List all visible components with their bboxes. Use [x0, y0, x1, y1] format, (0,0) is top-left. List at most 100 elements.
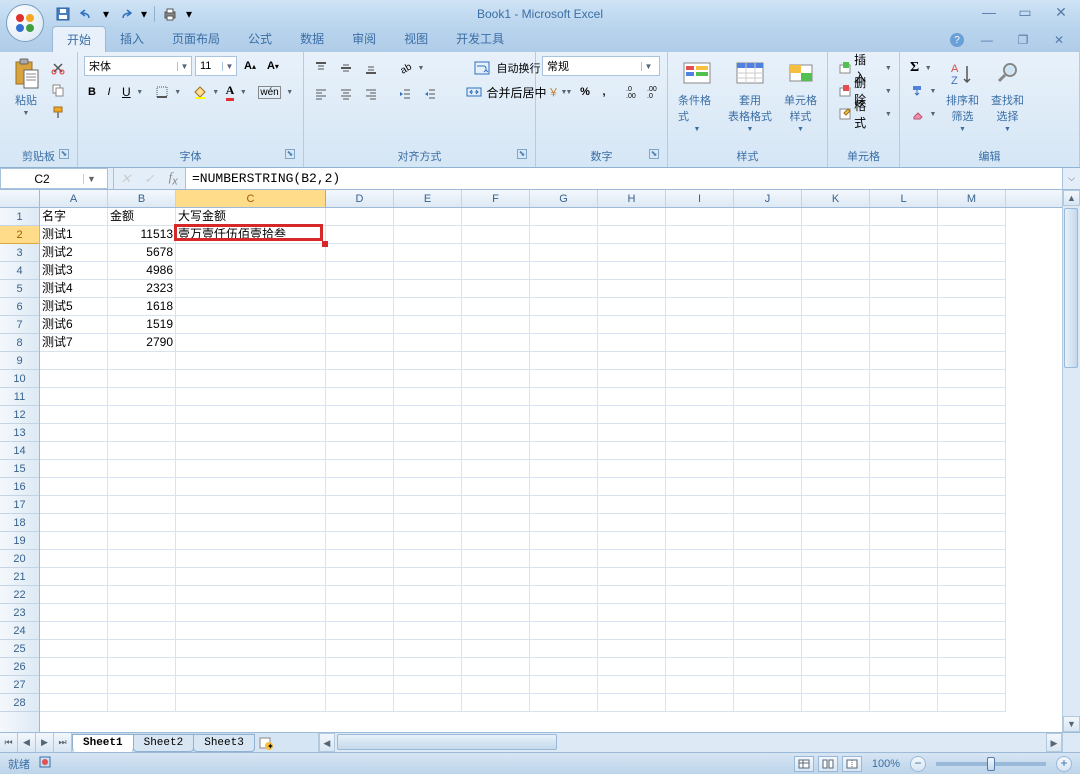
cell-D5[interactable] — [326, 280, 394, 298]
format-cells-button[interactable]: 格式▼ — [834, 104, 893, 124]
cell-I28[interactable] — [666, 694, 734, 712]
new-sheet-button[interactable]: ✦ — [254, 733, 278, 752]
orientation-button[interactable]: ab▼ — [394, 58, 426, 78]
col-header-D[interactable]: D — [326, 190, 394, 207]
cell-H5[interactable] — [598, 280, 666, 298]
cell-A21[interactable] — [40, 568, 108, 586]
cell-I23[interactable] — [666, 604, 734, 622]
cell-E28[interactable] — [394, 694, 462, 712]
cell-G6[interactable] — [530, 298, 598, 316]
cell-M27[interactable] — [938, 676, 1006, 694]
cell-C3[interactable] — [176, 244, 326, 262]
cell-F18[interactable] — [462, 514, 530, 532]
cell-G25[interactable] — [530, 640, 598, 658]
clear-button[interactable]: ▼ — [906, 104, 938, 124]
page-break-view-button[interactable] — [842, 756, 862, 772]
name-box[interactable]: ▼ — [0, 168, 108, 189]
cell-H28[interactable] — [598, 694, 666, 712]
cell-I11[interactable] — [666, 388, 734, 406]
cell-G27[interactable] — [530, 676, 598, 694]
cell-A13[interactable] — [40, 424, 108, 442]
cell-C5[interactable] — [176, 280, 326, 298]
cell-G2[interactable] — [530, 226, 598, 244]
cell-A19[interactable] — [40, 532, 108, 550]
cell-L24[interactable] — [870, 622, 938, 640]
zoom-out-button[interactable]: − — [910, 756, 926, 772]
cell-J16[interactable] — [734, 478, 802, 496]
enter-formula-button[interactable]: ✓ — [139, 171, 159, 187]
cell-F13[interactable] — [462, 424, 530, 442]
cell-C14[interactable] — [176, 442, 326, 460]
cell-F26[interactable] — [462, 658, 530, 676]
cell-J8[interactable] — [734, 334, 802, 352]
cell-H9[interactable] — [598, 352, 666, 370]
font-name-dropdown[interactable]: ▼ — [177, 62, 191, 71]
cell-M22[interactable] — [938, 586, 1006, 604]
cell-B26[interactable] — [108, 658, 176, 676]
cell-A24[interactable] — [40, 622, 108, 640]
cell-F9[interactable] — [462, 352, 530, 370]
cell-F24[interactable] — [462, 622, 530, 640]
cell-L23[interactable] — [870, 604, 938, 622]
row-header-21[interactable]: 21 — [0, 568, 39, 586]
cell-C1[interactable]: 大写金额 — [176, 208, 326, 226]
cell-H10[interactable] — [598, 370, 666, 388]
cell-C10[interactable] — [176, 370, 326, 388]
row-header-2[interactable]: 2 — [0, 226, 39, 244]
cell-J27[interactable] — [734, 676, 802, 694]
format-painter-icon[interactable] — [50, 104, 66, 120]
cell-L3[interactable] — [870, 244, 938, 262]
cell-J23[interactable] — [734, 604, 802, 622]
shrink-font-button[interactable]: A▾ — [263, 56, 283, 76]
cell-B15[interactable] — [108, 460, 176, 478]
ribbon-tab-7[interactable]: 开发工具 — [442, 26, 518, 52]
cell-B18[interactable] — [108, 514, 176, 532]
font-name-combo[interactable]: ▼ — [84, 56, 192, 76]
row-header-5[interactable]: 5 — [0, 280, 39, 298]
sheet-tab-Sheet2[interactable]: Sheet2 — [133, 734, 195, 752]
cell-J22[interactable] — [734, 586, 802, 604]
cell-G12[interactable] — [530, 406, 598, 424]
cell-M23[interactable] — [938, 604, 1006, 622]
row-header-18[interactable]: 18 — [0, 514, 39, 532]
cell-K11[interactable] — [802, 388, 870, 406]
last-sheet-button[interactable]: ⏭ — [54, 733, 72, 752]
cell-C18[interactable] — [176, 514, 326, 532]
ribbon-tab-5[interactable]: 审阅 — [338, 26, 390, 52]
cell-D1[interactable] — [326, 208, 394, 226]
zoom-slider[interactable] — [936, 762, 1046, 766]
cell-E1[interactable] — [394, 208, 462, 226]
cell-D9[interactable] — [326, 352, 394, 370]
cell-L27[interactable] — [870, 676, 938, 694]
row-header-12[interactable]: 12 — [0, 406, 39, 424]
cell-C20[interactable] — [176, 550, 326, 568]
cell-B23[interactable] — [108, 604, 176, 622]
cell-L25[interactable] — [870, 640, 938, 658]
cell-J4[interactable] — [734, 262, 802, 280]
cell-A27[interactable] — [40, 676, 108, 694]
cell-E14[interactable] — [394, 442, 462, 460]
cell-F20[interactable] — [462, 550, 530, 568]
cell-A25[interactable] — [40, 640, 108, 658]
cut-icon[interactable] — [50, 60, 66, 76]
cell-B10[interactable] — [108, 370, 176, 388]
cell-K5[interactable] — [802, 280, 870, 298]
cell-B21[interactable] — [108, 568, 176, 586]
cell-D25[interactable] — [326, 640, 394, 658]
col-header-H[interactable]: H — [598, 190, 666, 207]
col-header-G[interactable]: G — [530, 190, 598, 207]
qat-customize-dropdown[interactable]: ▾ — [185, 7, 193, 21]
cell-M20[interactable] — [938, 550, 1006, 568]
cell-D13[interactable] — [326, 424, 394, 442]
cell-I4[interactable] — [666, 262, 734, 280]
cell-E9[interactable] — [394, 352, 462, 370]
cell-B19[interactable] — [108, 532, 176, 550]
cell-J12[interactable] — [734, 406, 802, 424]
cell-B13[interactable] — [108, 424, 176, 442]
cell-K22[interactable] — [802, 586, 870, 604]
italic-button[interactable]: I — [101, 82, 117, 102]
bold-button[interactable]: B — [84, 82, 100, 102]
cell-A12[interactable] — [40, 406, 108, 424]
cell-G24[interactable] — [530, 622, 598, 640]
zoom-handle[interactable] — [987, 757, 995, 771]
